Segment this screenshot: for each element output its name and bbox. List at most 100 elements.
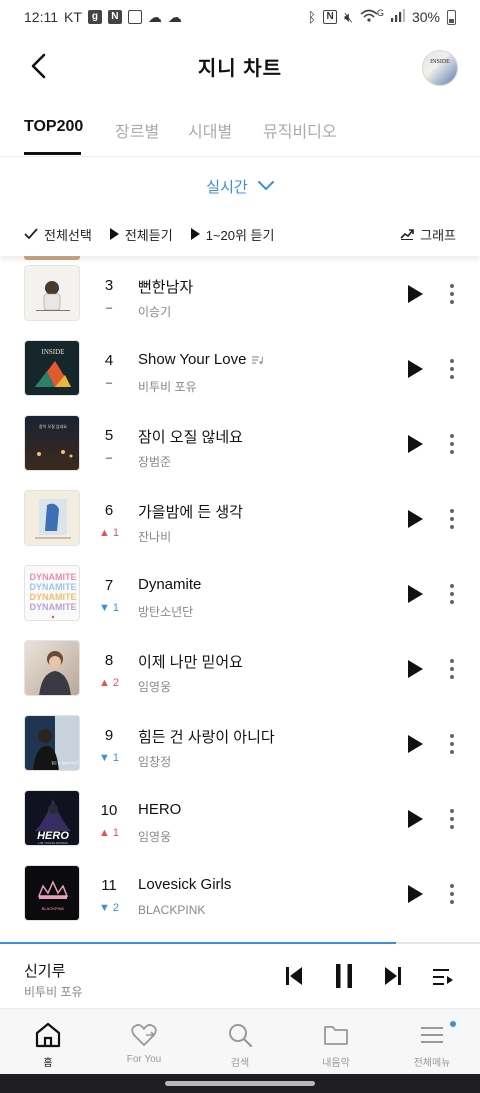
- artist-name[interactable]: 잔나비: [138, 528, 171, 545]
- chart-row[interactable]: BLACKPINK 11 ▼ 2 Lovesick Girls BLACKPIN…: [0, 856, 480, 931]
- play-all-button[interactable]: 전체듣기: [109, 225, 173, 244]
- album-cover[interactable]: DYNAMITE DYNAMITE DYNAMITE DYNAMITE: [24, 565, 80, 621]
- more-options-button[interactable]: [444, 431, 460, 457]
- playlist-icon[interactable]: [432, 967, 454, 987]
- tab-music-video[interactable]: 뮤직비디오: [263, 118, 337, 142]
- graph-button[interactable]: 그래프: [400, 225, 456, 244]
- chart-row[interactable]: 힘든 건 사랑이 아니다 9 ▼ 1 힘든 건 사랑이 아니다 임창정: [0, 706, 480, 781]
- next-track-icon[interactable]: [383, 964, 403, 988]
- battery-icon: [447, 9, 456, 25]
- nav-full-menu-label: 전체메뉴: [413, 1058, 451, 1069]
- status-network: G: [376, 8, 384, 18]
- song-title[interactable]: Show Your Love: [138, 351, 264, 368]
- pause-icon[interactable]: [333, 962, 355, 990]
- rank-change: –: [105, 452, 113, 464]
- more-options-button[interactable]: [444, 731, 460, 757]
- artist-name[interactable]: 임영웅: [138, 678, 171, 695]
- rank-up-icon: ▲: [98, 827, 110, 839]
- song-title[interactable]: 잠이 오질 않네요: [138, 426, 243, 447]
- album-cover[interactable]: 잠이 오질 않네요: [24, 415, 80, 471]
- more-options-button[interactable]: [444, 806, 460, 832]
- play-button[interactable]: [404, 358, 426, 380]
- chart-row[interactable]: HERO LIM YOUNG WOONG 10 ▲ 1 HERO 임영웅: [0, 781, 480, 856]
- play-all-label: 전체듣기: [124, 227, 173, 243]
- album-cover[interactable]: HERO LIM YOUNG WOONG: [24, 790, 80, 846]
- select-all-label: 전체선택: [44, 227, 92, 243]
- home-icon: [35, 1022, 61, 1048]
- song-title[interactable]: 뻔한남자: [138, 276, 193, 297]
- mute-icon: 🔇︎: [344, 8, 353, 25]
- trend-chart-icon: [400, 229, 414, 240]
- artist-name[interactable]: 임창정: [138, 753, 171, 770]
- album-cover[interactable]: [24, 640, 80, 696]
- chart-rank: 11: [101, 877, 117, 894]
- artist-name[interactable]: BLACKPINK: [138, 903, 205, 917]
- artist-name[interactable]: 이승기: [138, 303, 171, 320]
- song-title[interactable]: 가을밤에 든 생각: [138, 501, 243, 522]
- period-filter-label: 실시간: [206, 178, 248, 196]
- more-options-button[interactable]: [444, 281, 460, 307]
- cover-text: LIM YOUNG WOONG: [38, 841, 68, 845]
- play-top20-button[interactable]: 1~20위 듣기: [190, 225, 275, 244]
- chart-row[interactable]: 잠이 오질 않네요 5 – 잠이 오질 않네요 장범준: [0, 406, 480, 481]
- song-title[interactable]: HERO: [138, 801, 181, 818]
- play-button[interactable]: [404, 733, 426, 755]
- avatar[interactable]: INSIDE: [422, 50, 458, 86]
- artist-name[interactable]: 방탄소년단: [138, 603, 193, 620]
- status-battery: 30%: [411, 9, 440, 25]
- rank-down-icon: ▼: [98, 602, 110, 614]
- play-button[interactable]: [404, 658, 426, 680]
- home-gesture-handle[interactable]: [165, 1081, 315, 1086]
- artist-name[interactable]: 장범준: [138, 453, 171, 470]
- chart-row[interactable]: 3 – 뻔한남자 이승기: [0, 256, 480, 331]
- cover-text: 잠이 오질 않네요: [39, 423, 67, 429]
- cover-text: DYNAMITE: [30, 582, 77, 592]
- play-button[interactable]: [404, 583, 426, 605]
- cover-text: DYNAMITE: [30, 592, 77, 602]
- nav-home-label: 홈: [43, 1058, 53, 1069]
- artist-name[interactable]: 비투비 포유: [138, 378, 197, 395]
- more-options-button[interactable]: [444, 581, 460, 607]
- now-playing-title[interactable]: 신기루: [24, 960, 65, 981]
- tab-era[interactable]: 시대별: [188, 118, 232, 142]
- album-cover[interactable]: BLACKPINK: [24, 865, 80, 921]
- more-options-button[interactable]: [444, 881, 460, 907]
- select-all-button[interactable]: 전체선택: [24, 225, 92, 244]
- chart-row[interactable]: 8 ▲ 2 이제 나만 믿어요 임영웅: [0, 631, 480, 706]
- nav-my-music[interactable]: 내음악: [288, 1009, 384, 1075]
- more-options-button[interactable]: [444, 656, 460, 682]
- chart-row[interactable]: DYNAMITE DYNAMITE DYNAMITE DYNAMITE 7 ▼ …: [0, 556, 480, 631]
- play-button[interactable]: [404, 883, 426, 905]
- chart-rank: 4: [104, 352, 114, 369]
- song-title[interactable]: 이제 나만 믿어요: [138, 651, 243, 672]
- play-button[interactable]: [404, 283, 426, 305]
- nav-home[interactable]: 홈: [0, 1009, 96, 1075]
- tab-top200[interactable]: TOP200: [24, 118, 83, 136]
- nav-for-you[interactable]: For You: [96, 1009, 192, 1075]
- play-button[interactable]: [404, 808, 426, 830]
- heart-icon: [131, 1024, 157, 1046]
- song-title[interactable]: Lovesick Girls: [138, 876, 231, 893]
- more-options-button[interactable]: [444, 356, 460, 382]
- album-cover[interactable]: 힘든 건 사랑이 아니다: [24, 715, 80, 771]
- nav-search[interactable]: 검색: [192, 1009, 288, 1075]
- chart-row[interactable]: 6 ▲ 1 가을밤에 든 생각 잔나비: [0, 481, 480, 556]
- song-title[interactable]: 힘든 건 사랑이 아니다: [138, 726, 275, 747]
- play-top20-label: 1~20위 듣기: [205, 227, 275, 243]
- rank-change: –: [105, 377, 113, 389]
- album-cover[interactable]: [24, 490, 80, 546]
- now-playing-artist[interactable]: 비투비 포유: [24, 983, 83, 1000]
- chart-row[interactable]: INSIDE 4 – Show Your Love 비투비 포유: [0, 331, 480, 406]
- play-button[interactable]: [404, 508, 426, 530]
- album-cover[interactable]: [24, 265, 80, 321]
- previous-track-icon[interactable]: [284, 964, 304, 988]
- mini-player[interactable]: 신기루 비투비 포유: [0, 944, 480, 1008]
- play-button[interactable]: [404, 433, 426, 455]
- period-filter[interactable]: 실시간: [0, 172, 480, 200]
- album-cover[interactable]: INSIDE: [24, 340, 80, 396]
- artist-name[interactable]: 임영웅: [138, 828, 171, 845]
- more-options-button[interactable]: [444, 506, 460, 532]
- nav-full-menu[interactable]: 전체메뉴: [384, 1009, 480, 1075]
- song-title[interactable]: Dynamite: [138, 576, 201, 593]
- tab-genre[interactable]: 장르별: [115, 118, 159, 142]
